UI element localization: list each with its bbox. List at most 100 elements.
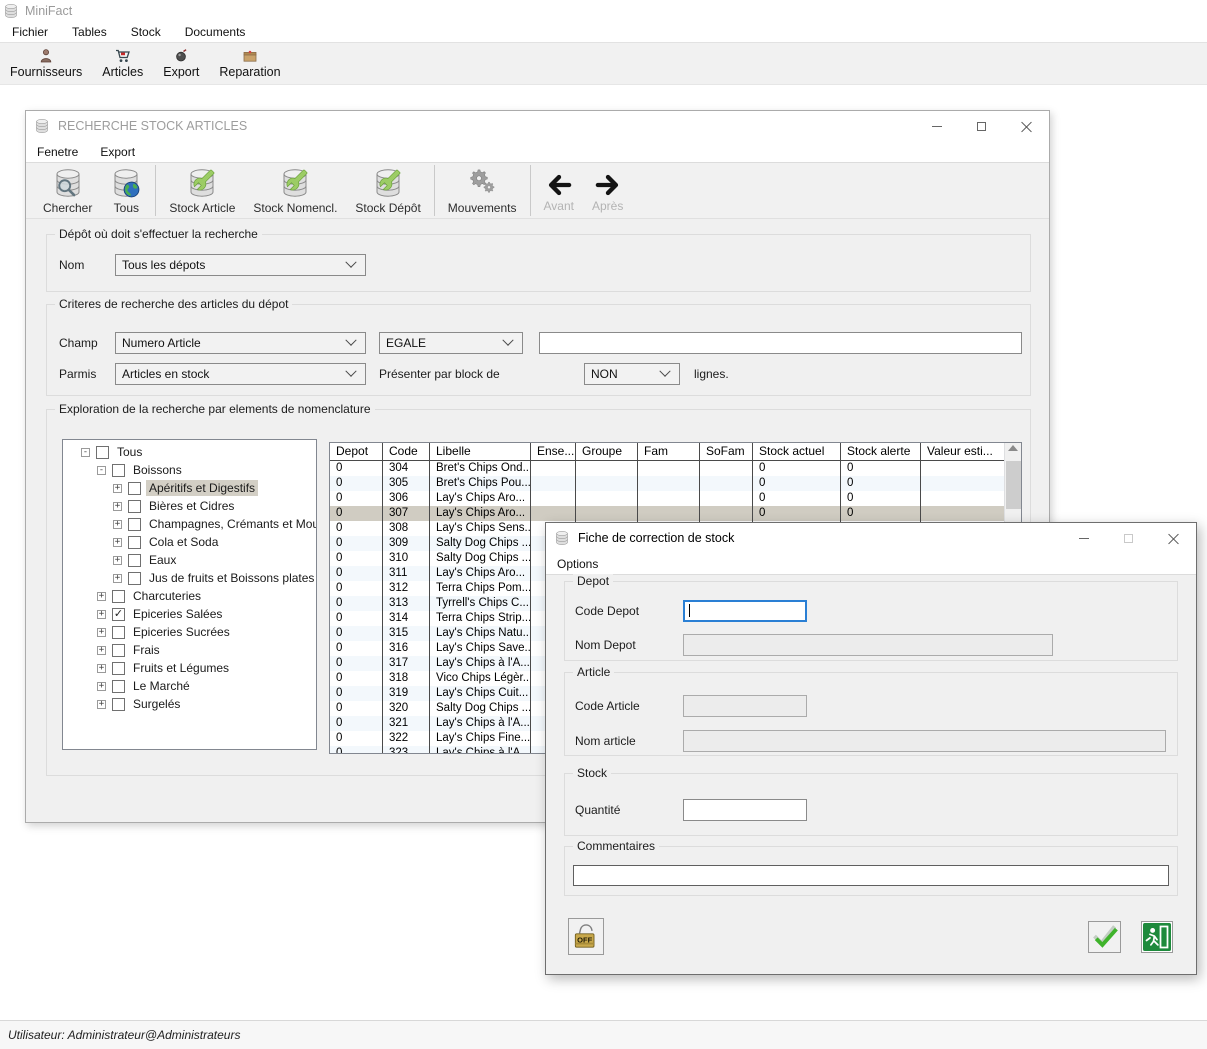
nomenclature-tree[interactable]: -Tous-Boissons+Apéritifs et Digestifs+Bi…: [62, 439, 317, 750]
tree-checkbox[interactable]: [112, 464, 125, 477]
grid-column-header[interactable]: Fam: [638, 443, 700, 461]
expand-icon[interactable]: +: [113, 484, 122, 493]
tous-button[interactable]: Tous: [101, 163, 151, 218]
stock-depot-button[interactable]: Stock Dépôt: [346, 163, 429, 218]
tree-checkbox[interactable]: ✓: [112, 608, 125, 621]
validate-button[interactable]: [1088, 921, 1121, 953]
expand-icon[interactable]: +: [113, 538, 122, 547]
operator-select[interactable]: EGALE: [379, 332, 523, 354]
tree-checkbox[interactable]: [112, 662, 125, 675]
table-row[interactable]: 0304Bret's Chips Ond...00: [330, 461, 1021, 476]
tree-checkbox[interactable]: [128, 536, 141, 549]
tree-item[interactable]: +Frais: [63, 641, 316, 659]
tree-item[interactable]: +Surgelés: [63, 695, 316, 713]
quantite-input[interactable]: [683, 799, 807, 821]
expand-icon[interactable]: +: [97, 628, 106, 637]
tree-checkbox[interactable]: [128, 518, 141, 531]
tree-checkbox[interactable]: [112, 626, 125, 639]
expand-icon[interactable]: +: [97, 592, 106, 601]
tree-item[interactable]: -Boissons: [63, 461, 316, 479]
search-window-titlebar[interactable]: RECHERCHE STOCK ARTICLES: [26, 111, 1049, 141]
stock-article-button[interactable]: Stock Article: [160, 163, 244, 218]
expand-icon[interactable]: +: [97, 646, 106, 655]
parmis-select[interactable]: Articles en stock: [115, 363, 366, 385]
tree-checkbox[interactable]: [112, 680, 125, 693]
grid-column-header[interactable]: Depot: [330, 443, 383, 461]
tree-checkbox[interactable]: [96, 446, 109, 459]
tree-item[interactable]: +Charcuteries: [63, 587, 316, 605]
expand-icon[interactable]: +: [113, 520, 122, 529]
tree-item[interactable]: +Jus de fruits et Boissons plates: [63, 569, 316, 587]
tree-item[interactable]: +Bières et Cidres: [63, 497, 316, 515]
dialog-titlebar[interactable]: Fiche de correction de stock: [546, 523, 1196, 553]
table-row[interactable]: 0307Lay's Chips Aro...00: [330, 506, 1021, 521]
tree-item[interactable]: +Le Marché: [63, 677, 316, 695]
tree-item[interactable]: +✓Epiceries Salées: [63, 605, 316, 623]
tree-checkbox[interactable]: [128, 554, 141, 567]
export-button[interactable]: Export: [153, 44, 209, 84]
tree-checkbox[interactable]: [112, 590, 125, 603]
search-value-input[interactable]: [539, 332, 1022, 354]
tree-checkbox[interactable]: [112, 644, 125, 657]
mouvements-button[interactable]: Mouvements: [439, 163, 526, 218]
menu-fenetre[interactable]: Fenetre: [26, 145, 89, 159]
tree-checkbox[interactable]: [128, 500, 141, 513]
expand-icon[interactable]: +: [97, 610, 106, 619]
menu-tables[interactable]: Tables: [60, 22, 119, 42]
menu-fichier[interactable]: Fichier: [0, 22, 60, 42]
grid-column-header[interactable]: Valeur esti...: [921, 443, 1006, 461]
articles-button[interactable]: Articles: [92, 44, 153, 84]
apres-button[interactable]: Après: [583, 163, 632, 218]
minimize-button[interactable]: [914, 111, 959, 141]
grid-column-header[interactable]: Ense...: [531, 443, 576, 461]
menu-stock[interactable]: Stock: [119, 22, 173, 42]
maximize-button[interactable]: [959, 111, 1004, 141]
tree-item[interactable]: +Eaux: [63, 551, 316, 569]
tree-item[interactable]: -Tous: [63, 443, 316, 461]
block-select[interactable]: NON: [584, 363, 680, 385]
collapse-icon[interactable]: -: [97, 466, 106, 475]
champ-select[interactable]: Numero Article: [115, 332, 366, 354]
grid-column-header[interactable]: Libelle: [430, 443, 531, 461]
grid-column-header[interactable]: Stock actuel: [753, 443, 841, 461]
lock-toggle-button[interactable]: [568, 918, 604, 955]
chercher-button[interactable]: Chercher: [34, 163, 101, 218]
fournisseurs-button[interactable]: Fournisseurs: [0, 44, 92, 84]
menu-options[interactable]: Options: [546, 557, 609, 571]
grid-column-header[interactable]: Code: [383, 443, 430, 461]
expand-icon[interactable]: +: [97, 700, 106, 709]
grid-column-header[interactable]: Groupe: [576, 443, 638, 461]
table-row[interactable]: 0305Bret's Chips Pou...00: [330, 476, 1021, 491]
depot-select[interactable]: Tous les dépots: [115, 254, 366, 276]
tree-item[interactable]: +Fruits et Légumes: [63, 659, 316, 677]
menu-documents[interactable]: Documents: [173, 22, 258, 42]
tree-item[interactable]: +Cola et Soda: [63, 533, 316, 551]
dialog-minimize-button[interactable]: [1061, 523, 1106, 553]
collapse-icon[interactable]: -: [81, 448, 90, 457]
tree-checkbox[interactable]: [128, 482, 141, 495]
tree-checkbox[interactable]: [112, 698, 125, 711]
avant-button[interactable]: Avant: [535, 163, 583, 218]
grid-column-header[interactable]: SoFam: [700, 443, 753, 461]
reparation-button[interactable]: Reparation: [209, 44, 290, 84]
expand-icon[interactable]: +: [113, 574, 122, 583]
expand-icon[interactable]: +: [113, 556, 122, 565]
scroll-up-icon[interactable]: [1008, 445, 1018, 451]
code-depot-input[interactable]: [683, 600, 807, 622]
commentaires-input[interactable]: [573, 865, 1169, 886]
scrollbar-thumb[interactable]: [1006, 461, 1021, 509]
dialog-close-button[interactable]: [1151, 523, 1196, 553]
tree-item[interactable]: +Apéritifs et Digestifs: [63, 479, 316, 497]
tree-item[interactable]: +Epiceries Sucrées: [63, 623, 316, 641]
expand-icon[interactable]: +: [97, 682, 106, 691]
close-button[interactable]: [1004, 111, 1049, 141]
expand-icon[interactable]: +: [113, 502, 122, 511]
grid-column-header[interactable]: Stock alerte: [841, 443, 921, 461]
expand-icon[interactable]: +: [97, 664, 106, 673]
table-row[interactable]: 0306Lay's Chips Aro...00: [330, 491, 1021, 506]
exit-button[interactable]: [1141, 921, 1173, 953]
menu-export[interactable]: Export: [89, 145, 146, 159]
tree-item[interactable]: +Champagnes, Crémants et Mouss...: [63, 515, 316, 533]
tree-checkbox[interactable]: [128, 572, 141, 585]
stock-nomencl-button[interactable]: Stock Nomencl.: [244, 163, 346, 218]
